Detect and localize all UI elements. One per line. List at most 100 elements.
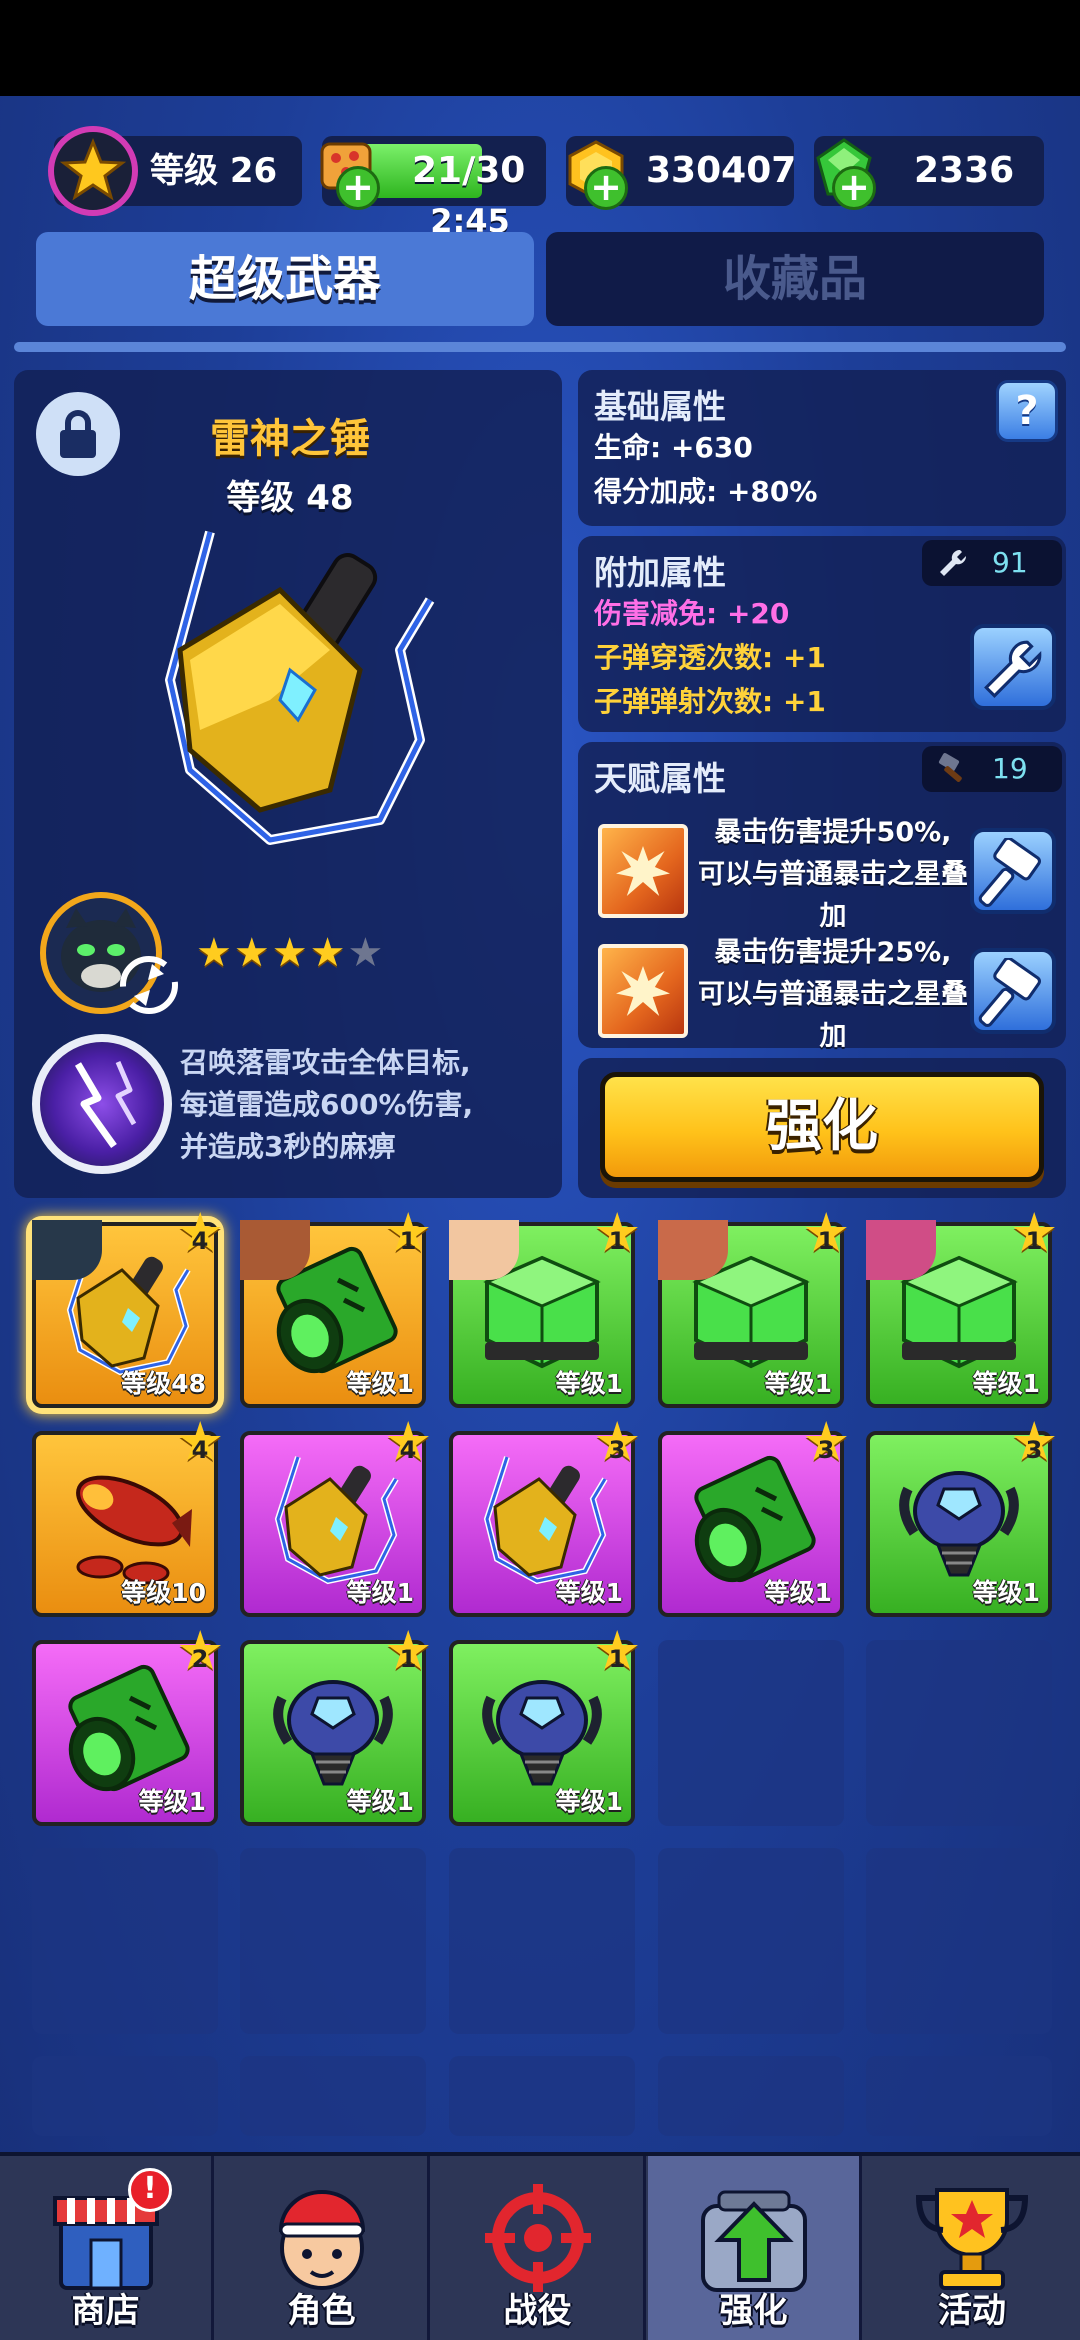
inventory-item-pod[interactable]: 1 等级1 — [449, 1628, 641, 1826]
add-gold-icon[interactable]: + — [584, 166, 628, 210]
talent-line: 可以与普通暴击之星叠 — [698, 859, 968, 890]
skill-line: 召唤落雷攻击全体目标, — [180, 1046, 471, 1079]
inventory-item-hammer[interactable]: 4 等级48 — [32, 1210, 224, 1408]
inventory-item-barrel[interactable]: 1 等级1 — [240, 1210, 432, 1408]
nav-shop-label: 商店 — [71, 2291, 140, 2331]
item-rank-badge: 3 — [1010, 1419, 1058, 1471]
add-energy-icon[interactable]: + — [336, 166, 380, 210]
hammer-count: 19 — [992, 752, 1028, 785]
inventory-item-hammer[interactable]: 4 等级1 — [240, 1419, 432, 1617]
nav-character-label: 角色 — [287, 2291, 356, 2331]
nav-upgrade[interactable]: 强化 — [648, 2156, 862, 2340]
inventory-item-barrel[interactable]: 3 等级1 — [658, 1419, 850, 1617]
skill-line: 并造成3秒的麻痹 — [180, 1130, 396, 1163]
add-gem-icon[interactable]: + — [832, 166, 876, 210]
inventory-item-cube[interactable]: 1 等级1 — [449, 1210, 641, 1408]
weapon-level: 等级 48 — [226, 478, 354, 518]
star-filled-icon: ★ — [196, 930, 234, 976]
energy-panel[interactable]: + 21/30 — [320, 136, 546, 210]
star-filled-icon: ★ — [309, 930, 348, 976]
inventory-item-rocket[interactable]: 4 等级10 — [32, 1419, 224, 1617]
talent-attributes-title: 天赋属性 — [594, 759, 726, 798]
hero-face-panther-icon — [32, 1220, 102, 1280]
lightning-skill-icon[interactable] — [32, 1034, 172, 1174]
empty-inventory-slot — [240, 1848, 426, 2034]
attr-bounce: 子弹弹射次数: +1 — [594, 685, 826, 718]
item-level-label: 等级1 — [346, 1787, 414, 1816]
base-attributes-title: 基础属性 — [594, 387, 726, 426]
item-rank-badge: 1 — [1010, 1210, 1058, 1262]
reroll-talent-2-button[interactable] — [970, 948, 1056, 1034]
item-rank-badge: 4 — [384, 1419, 432, 1471]
shop-notification-badge: ! — [128, 2168, 172, 2212]
item-rank-badge: 1 — [593, 1628, 641, 1680]
tab-super-weapon[interactable]: 超级武器 — [36, 232, 534, 326]
player-level-label: 等级 26 — [150, 151, 278, 191]
nav-shop[interactable]: ! 商店 — [0, 2156, 214, 2340]
wrench-icon — [936, 546, 970, 580]
reroll-talent-1-button[interactable] — [970, 828, 1056, 914]
item-level-label: 等级10 — [121, 1578, 206, 1607]
inventory-item-pod[interactable]: 1 等级1 — [240, 1628, 432, 1826]
wrench-count: 91 — [992, 546, 1028, 579]
item-rank-badge: 1 — [384, 1628, 432, 1680]
level-star-icon — [48, 126, 138, 216]
weapon-star-rating: ★★★★★ — [196, 930, 385, 976]
attr-hp: 生命: +630 — [594, 431, 753, 464]
hero-face-boy-icon — [449, 1220, 519, 1280]
tab-underline — [14, 342, 1066, 352]
hammer-icon — [978, 836, 1041, 908]
item-level-label: 等级1 — [555, 1787, 623, 1816]
tab-collection[interactable]: 收藏品 — [546, 232, 1044, 326]
item-level-label: 等级1 — [346, 1578, 414, 1607]
item-level-label: 等级1 — [555, 1369, 623, 1398]
lock-icon[interactable] — [36, 392, 120, 476]
hammer-icon — [978, 956, 1041, 1028]
empty-inventory-slot — [866, 1848, 1052, 2034]
nav-campaign[interactable]: 战役 — [432, 2156, 646, 2340]
talent-description: 暴击伤害提升25%, 可以与普通暴击之星叠 加 — [688, 932, 978, 1058]
item-rank-badge: 3 — [802, 1419, 850, 1471]
extra-attributes-title: 附加属性 — [594, 553, 726, 592]
inventory-item-pod[interactable]: 3 等级1 — [866, 1419, 1058, 1617]
gem-value: 2336 — [914, 150, 1015, 191]
empty-inventory-slot — [658, 1848, 844, 2034]
player-level-panel[interactable]: 等级 26 — [48, 126, 302, 216]
inventory-item-barrel[interactable]: 2 等级1 — [32, 1628, 224, 1826]
item-level-label: 等级1 — [764, 1578, 832, 1607]
inventory-item-cube[interactable]: 1 等级1 — [658, 1210, 850, 1408]
talent-line: 加 — [819, 1021, 847, 1052]
item-level-label: 等级48 — [121, 1369, 206, 1398]
skill-line: 每道雷造成600%伤害, — [180, 1088, 474, 1121]
upgrade-button[interactable]: 强化 — [600, 1072, 1044, 1182]
help-button[interactable]: ? — [996, 380, 1058, 442]
nav-character[interactable]: 角色 — [216, 2156, 430, 2340]
reforge-extra-button[interactable] — [970, 624, 1056, 710]
empty-inventory-slot — [449, 1848, 635, 2034]
nav-upgrade-label: 强化 — [719, 2291, 788, 2331]
upgrade-arrow-icon — [689, 2176, 819, 2296]
gold-value: 330407 — [646, 150, 797, 191]
item-rank-badge: 1 — [802, 1210, 850, 1262]
item-rank-badge: 3 — [593, 1419, 641, 1471]
item-rank-badge: 4 — [176, 1419, 224, 1471]
inventory-item-hammer[interactable]: 3 等级1 — [449, 1419, 641, 1617]
nav-events[interactable]: 活动 — [864, 2156, 1080, 2340]
empty-inventory-slot — [32, 2056, 218, 2136]
weapon-name: 雷神之锤 — [210, 416, 370, 462]
hero-face-punk-icon — [866, 1220, 936, 1280]
item-level-label: 等级1 — [346, 1369, 414, 1398]
hero-face-pirate-icon — [658, 1220, 728, 1280]
inventory-item-cube[interactable]: 1 等级1 — [866, 1210, 1058, 1408]
star-empty-icon: ★ — [347, 930, 386, 976]
bottom-navigation: ! 商店 角色 战役 强化 活动 — [0, 2152, 1080, 2340]
swap-icon[interactable] — [118, 954, 180, 1016]
item-level-label: 等级1 — [972, 1578, 1040, 1607]
thor-hammer-image — [130, 520, 450, 860]
gold-panel[interactable]: + 330407 — [566, 136, 797, 210]
character-icon — [257, 2176, 387, 2296]
gem-panel[interactable]: + 2336 — [814, 136, 1044, 210]
empty-inventory-slot — [240, 2056, 426, 2136]
attr-score-bonus: 得分加成: +80% — [594, 475, 818, 508]
star-filled-icon: ★ — [271, 930, 310, 976]
